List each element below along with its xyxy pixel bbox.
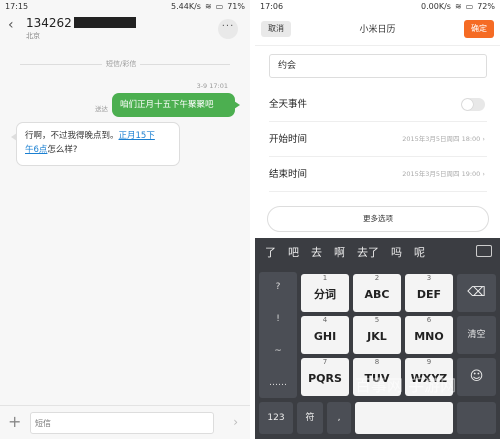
- candidate-word[interactable]: 去: [311, 244, 322, 260]
- allday-toggle[interactable]: [461, 98, 485, 111]
- sms-input[interactable]: [30, 412, 214, 434]
- key-ghi[interactable]: 4 GHI: [301, 316, 349, 354]
- symbol-key[interactable]: ~: [261, 346, 295, 356]
- key-def[interactable]: 3 DEF: [405, 274, 453, 312]
- clear-button[interactable]: 清空: [457, 316, 496, 354]
- outgoing-message-text: 咱们正月十五下午聚聚吧: [120, 100, 214, 110]
- end-time-label: 结束时间: [269, 169, 308, 180]
- battery-level: 71%: [227, 2, 245, 11]
- wifi-icon: ≋: [204, 2, 212, 11]
- delivered-status: 送达: [95, 105, 108, 113]
- key-jkl[interactable]: 5 JKL: [353, 316, 401, 354]
- status-time: 17:15: [5, 2, 29, 11]
- space-key[interactable]: [355, 402, 453, 434]
- more-options-button[interactable]: 更多选项: [267, 206, 489, 232]
- end-time-row[interactable]: 结束时间 2015年3月5日周四 19:00 ›: [269, 157, 487, 192]
- status-bar: 17:06 0.00K/s ≋ ▭ 72%: [255, 0, 500, 14]
- comma-key[interactable]: ,: [327, 402, 351, 434]
- status-bar: 17:15 5.44K/s ≋ ▭ 71%: [0, 0, 250, 14]
- candidate-word[interactable]: 了: [265, 244, 276, 260]
- key-abc[interactable]: 2 ABC: [353, 274, 401, 312]
- back-arrow-icon[interactable]: ‹: [8, 17, 14, 33]
- confirm-button[interactable]: 确定: [464, 20, 494, 38]
- message-type-label: 短信/彩信: [102, 59, 141, 69]
- contact-location: 北京: [26, 32, 40, 40]
- outgoing-message-bubble[interactable]: 咱们正月十五下午聚聚吧: [112, 93, 240, 117]
- calendar-topbar: 取消 小米日历 确定: [255, 14, 500, 46]
- wifi-icon: ≋: [454, 2, 462, 11]
- allday-label: 全天事件: [269, 99, 308, 110]
- number-mode-key[interactable]: 123: [259, 402, 293, 434]
- candidate-bar: 了 吧 去 啊 去了 吗 呢: [255, 238, 500, 266]
- symbol-key[interactable]: !: [261, 314, 295, 324]
- start-time-value: 2015年3月5日周四 18:00 ›: [402, 135, 485, 143]
- candidate-word[interactable]: 吗: [391, 244, 402, 260]
- end-time-value: 2015年3月5日周四 19:00 ›: [402, 170, 485, 178]
- redacted-block: [73, 17, 136, 28]
- incoming-message-bubble[interactable]: 行啊，不过我得晚点到。正月15下 午6点怎么样?: [11, 122, 180, 166]
- start-time-row[interactable]: 开始时间 2015年3月5日周四 18:00 ›: [269, 122, 487, 157]
- contact-number: 134262: [26, 16, 136, 30]
- battery-icon: ▭: [465, 2, 474, 11]
- candidate-word[interactable]: 呢: [414, 244, 425, 260]
- symbol-key[interactable]: ……: [261, 378, 295, 388]
- sms-screen: 17:15 5.44K/s ≋ ▭ 71% ‹ 134262 北京 ··· 短信…: [0, 0, 250, 439]
- chevron-right-icon: ›: [482, 170, 485, 178]
- candidate-word[interactable]: 吧: [288, 244, 299, 260]
- backspace-icon[interactable]: ⌫: [457, 274, 496, 312]
- battery-icon: ▭: [215, 2, 224, 11]
- candidate-word[interactable]: 啊: [334, 244, 345, 260]
- key-mno[interactable]: 6 MNO: [405, 316, 453, 354]
- date-link[interactable]: 正月15下: [119, 131, 155, 141]
- symbol-key[interactable]: ?: [261, 282, 295, 292]
- calendar-screen: 17:06 0.00K/s ≋ ▭ 72% 取消 小米日历 确定 约会 全天事件…: [255, 0, 500, 439]
- time-link[interactable]: 午6点: [25, 145, 47, 155]
- emoji-icon[interactable]: ☺: [457, 358, 496, 396]
- keyboard: 了 吧 去 啊 去了 吗 呢 ? ! ~ …… 1 分词 2 ABC 3 DEF ⌫ …: [255, 238, 500, 439]
- collapse-keyboard-icon[interactable]: [476, 245, 492, 257]
- network-speed: 0.00K/s: [421, 2, 451, 11]
- key-tuv[interactable]: 8 TUV: [353, 358, 401, 396]
- message-timestamp: 3-9 17:01: [196, 82, 228, 90]
- candidate-word[interactable]: 去了: [357, 244, 379, 260]
- allday-row[interactable]: 全天事件: [269, 87, 487, 122]
- symbol-mode-key[interactable]: 符: [297, 402, 323, 434]
- compose-bar: + ›: [0, 405, 250, 439]
- key-pqrs[interactable]: 7 PQRS: [301, 358, 349, 396]
- enter-key[interactable]: [457, 402, 496, 434]
- incoming-text: 行啊，不过我得晚点到。: [25, 131, 119, 141]
- key-wxyz[interactable]: 9 WXYZ: [405, 358, 453, 396]
- battery-level: 72%: [477, 2, 495, 11]
- event-title-field[interactable]: 约会: [269, 54, 487, 78]
- chevron-right-icon: ›: [482, 135, 485, 143]
- start-time-label: 开始时间: [269, 134, 308, 145]
- status-time: 17:06: [260, 2, 284, 11]
- incoming-text-end: 怎么样?: [47, 145, 78, 155]
- send-icon[interactable]: ›: [233, 415, 238, 429]
- network-speed: 5.44K/s: [171, 2, 201, 11]
- key-fenci[interactable]: 1 分词: [301, 274, 349, 312]
- add-attachment-icon[interactable]: +: [8, 412, 21, 431]
- more-options-icon[interactable]: ···: [218, 19, 238, 39]
- conversation-header: ‹ 134262 北京 ···: [0, 14, 250, 48]
